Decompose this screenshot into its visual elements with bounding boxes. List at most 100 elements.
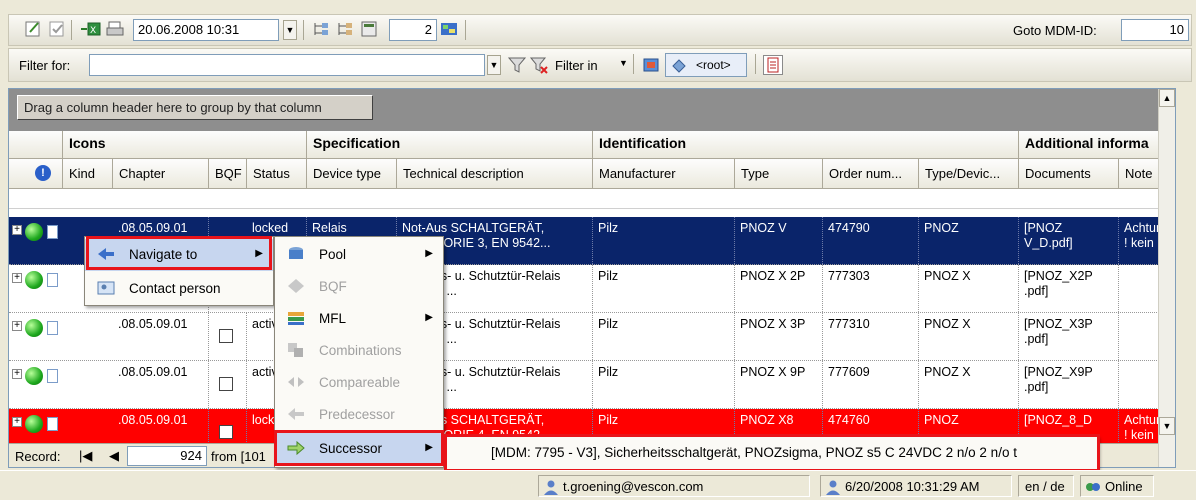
report-icon[interactable]: [763, 55, 783, 75]
cell-chapter: .08.05.09.01: [113, 361, 209, 408]
submenu-mfl[interactable]: MFL ▶: [275, 303, 443, 335]
cell-type: PNOZ X 3P: [735, 313, 823, 360]
cell-documents[interactable]: [PNOZ V_D.pdf]: [1019, 217, 1119, 264]
expand-icon[interactable]: +: [12, 321, 22, 331]
col-technical-description[interactable]: Technical description: [397, 159, 593, 188]
user-icon: [543, 479, 559, 498]
menu-contact-person[interactable]: Contact person: [85, 273, 273, 305]
cell-chapter: .08.05.09.01: [113, 313, 209, 360]
record-number-field[interactable]: 924: [127, 446, 207, 466]
excel-export-icon[interactable]: X: [79, 19, 101, 39]
tree-add-icon[interactable]: [311, 19, 331, 39]
document-icon: [47, 225, 58, 239]
root-label: <root>: [696, 58, 731, 72]
goto-mdm-input[interactable]: 10: [1121, 19, 1189, 41]
col-bqf[interactable]: BQF: [209, 159, 247, 188]
edit-icon[interactable]: [23, 19, 43, 39]
col-kind[interactable]: Kind: [63, 159, 113, 188]
band-identification[interactable]: Identification: [593, 131, 1019, 158]
online-icon: [1085, 479, 1101, 498]
datetime-field[interactable]: 20.06.2008 10:31: [133, 19, 279, 41]
group-hint: Drag a column header here to group by th…: [17, 95, 373, 120]
goto-label: Goto MDM-ID:: [1013, 23, 1097, 38]
submenu-predecessor-label: Predecessor: [319, 407, 395, 422]
table-row[interactable]: + .08.05.09.01 active Not-Aus- u. Schutz…: [9, 313, 1175, 361]
layout-icon[interactable]: [359, 19, 379, 39]
bqf-checkbox[interactable]: [219, 377, 233, 391]
band-additional-info[interactable]: Additional informa: [1019, 131, 1175, 158]
submenu-predecessor[interactable]: Predecessor: [275, 399, 443, 431]
auto-filter-row[interactable]: [9, 189, 1175, 209]
info-column-header[interactable]: !: [9, 159, 63, 188]
submenu-combinations[interactable]: Combinations: [275, 335, 443, 367]
expand-icon[interactable]: +: [12, 225, 22, 235]
submenu-bqf[interactable]: BQF: [275, 271, 443, 303]
cell-documents[interactable]: [PNOZ_X9P .pdf]: [1019, 361, 1119, 408]
bqf-checkbox[interactable]: [219, 329, 233, 343]
first-record-icon[interactable]: |◀: [79, 448, 92, 464]
funnel-icon[interactable]: [507, 55, 527, 75]
datetime-dropdown-button[interactable]: ▼: [283, 20, 297, 40]
expand-icon[interactable]: +: [12, 369, 22, 379]
col-order-number[interactable]: Order num...: [823, 159, 919, 188]
cell-type: PNOZ V: [735, 217, 823, 264]
document-icon: [47, 369, 58, 383]
root-button[interactable]: <root>: [665, 53, 747, 77]
expand-icon[interactable]: +: [12, 417, 22, 427]
filter-dropdown-button[interactable]: ▼: [487, 55, 501, 75]
col-device-type[interactable]: Device type: [307, 159, 397, 188]
cell-documents[interactable]: [PNOZ_X3P .pdf]: [1019, 313, 1119, 360]
status-green-icon: [25, 271, 43, 289]
submenu-pool[interactable]: Pool ▶: [275, 239, 443, 271]
check-doc-icon[interactable]: [47, 19, 67, 39]
submenu-arrow-icon: ▶: [425, 248, 433, 259]
clear-filter-icon[interactable]: [529, 55, 549, 75]
navigate-highlight-frame: [86, 236, 272, 270]
cell-manufacturer: Pilz: [593, 361, 735, 408]
expand-icon[interactable]: +: [12, 273, 22, 283]
status-datetime-text: 6/20/2008 10:31:29 AM: [845, 479, 980, 494]
table-row[interactable]: + .08.05.09.01 active Not-Aus- u. Schutz…: [9, 361, 1175, 409]
status-user-text: t.groening@vescon.com: [563, 479, 704, 494]
band-specification[interactable]: Specification: [307, 131, 593, 158]
scroll-down-icon[interactable]: ▼: [1159, 417, 1175, 435]
mfl-icon: [287, 310, 305, 326]
cell-documents[interactable]: [PNOZ_X2P .pdf]: [1019, 265, 1119, 312]
filter-input[interactable]: [89, 54, 485, 76]
band-header-row: Icons Specification Identification Addit…: [9, 131, 1175, 159]
cell-bqf: [209, 313, 247, 360]
tree-remove-icon[interactable]: [335, 19, 355, 39]
level-count-field[interactable]: 2: [389, 19, 437, 41]
cell-type-device: PNOZ: [919, 217, 1019, 264]
col-type-device[interactable]: Type/Devic...: [919, 159, 1019, 188]
document-icon: [47, 321, 58, 335]
combinations-icon: [287, 342, 305, 358]
status-datetime: 6/20/2008 10:31:29 AM: [820, 475, 1012, 497]
grid-color-icon[interactable]: [439, 19, 459, 39]
compare-icon: [287, 374, 305, 390]
submenu-combinations-label: Combinations: [319, 343, 402, 358]
col-chapter[interactable]: Chapter: [113, 159, 209, 188]
group-by-area[interactable]: Drag a column header here to group by th…: [9, 89, 1175, 131]
filter-in-arrow-icon[interactable]: ▼: [619, 58, 628, 68]
submenu-compareable-label: Compareable: [319, 375, 401, 390]
scroll-up-icon[interactable]: ▲: [1159, 89, 1175, 107]
col-manufacturer[interactable]: Manufacturer: [593, 159, 735, 188]
submenu-pool-label: Pool: [319, 247, 347, 262]
document-icon: [47, 417, 58, 431]
bqf-icon: [287, 278, 305, 294]
prev-record-icon[interactable]: ◀: [109, 448, 119, 464]
bqf-checkbox[interactable]: [219, 425, 233, 439]
col-type[interactable]: Type: [735, 159, 823, 188]
col-status[interactable]: Status: [247, 159, 307, 188]
vertical-scrollbar[interactable]: ▲ ▼: [1158, 89, 1175, 467]
band-spacer: [9, 131, 63, 158]
col-documents[interactable]: Documents: [1019, 159, 1119, 188]
filter-in-menu[interactable]: Filter in: [555, 58, 598, 73]
print-icon[interactable]: [105, 19, 125, 39]
cell-manufacturer: Pilz: [593, 265, 735, 312]
submenu-compareable[interactable]: Compareable: [275, 367, 443, 399]
database-icon[interactable]: [641, 55, 661, 75]
band-icons[interactable]: Icons: [63, 131, 307, 158]
status-language[interactable]: en / de: [1018, 475, 1074, 497]
